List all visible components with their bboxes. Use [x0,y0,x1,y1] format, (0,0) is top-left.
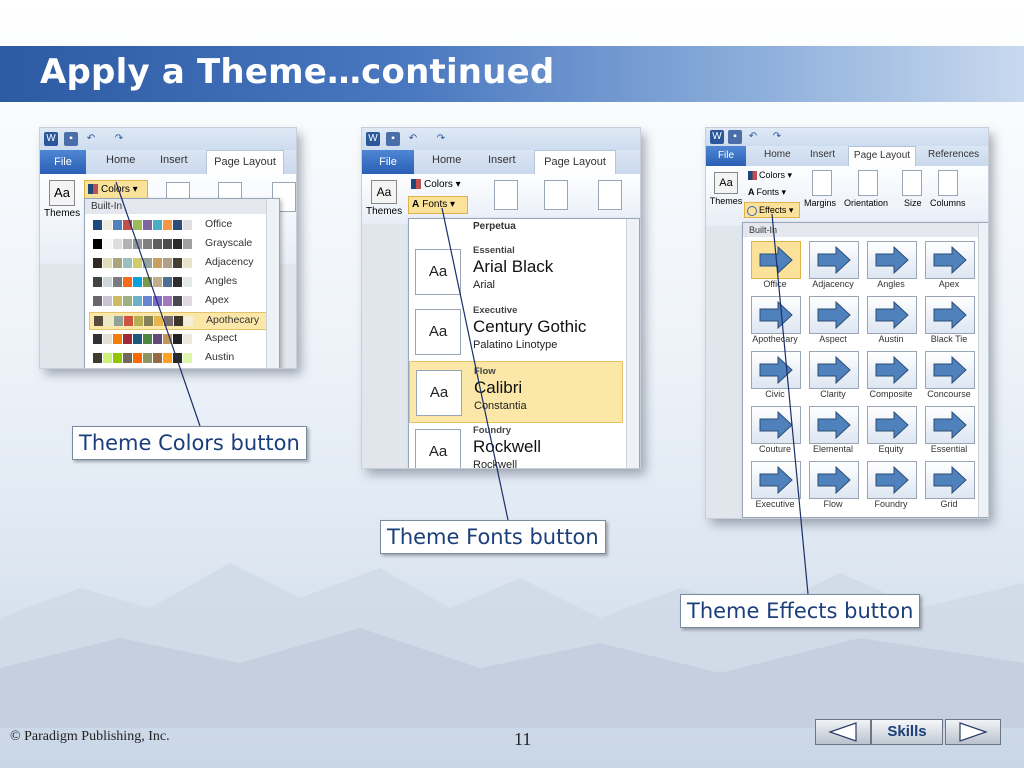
left-arrow-icon [828,722,857,742]
skills-button[interactable]: Skills [871,719,943,745]
right-arrow-icon [959,722,988,742]
copyright: © Paradigm Publishing, Inc. [10,729,170,744]
effects-callout: Theme Effects button [680,594,921,628]
page-number: 11 [514,729,532,749]
fonts-callout-line [441,207,509,521]
effects-callout-line [771,213,809,595]
previous-button[interactable] [815,719,871,745]
colors-callout: Theme Colors button [72,426,307,460]
next-button[interactable] [945,719,1001,745]
colors-callout-line [115,181,201,427]
fonts-callout: Theme Fonts button [380,520,606,554]
callout-lines [115,181,809,595]
